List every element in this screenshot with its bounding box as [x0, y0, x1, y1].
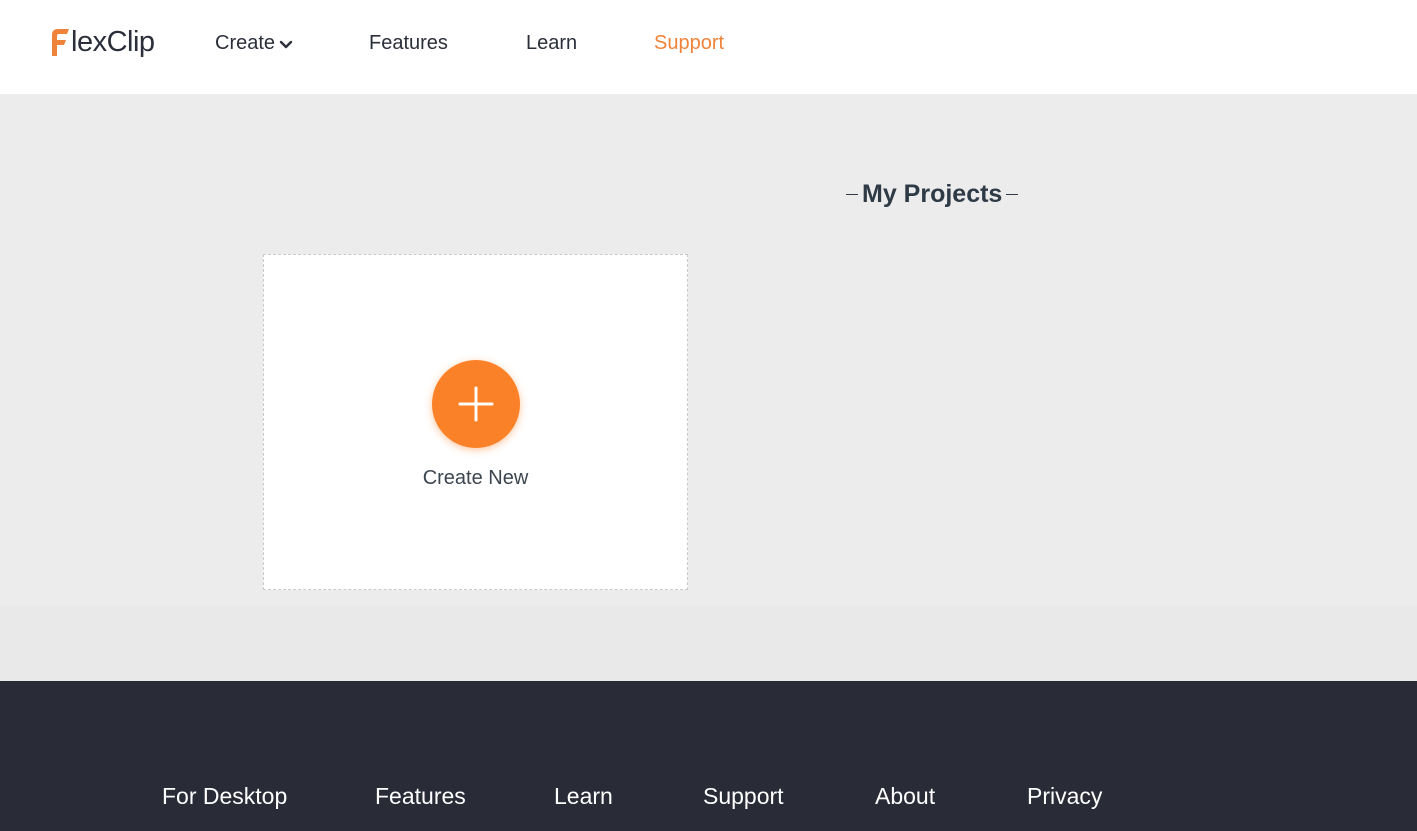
footer-link-support[interactable]: Support [703, 783, 784, 810]
footer-link-about[interactable]: About [875, 783, 935, 810]
nav-support[interactable]: Support [654, 30, 724, 56]
flexclip-logo[interactable]: lexClip [50, 22, 155, 62]
projects-section-bottom [0, 606, 1417, 681]
flexclip-logo-mark-icon [50, 27, 70, 57]
plus-icon [458, 386, 494, 422]
top-navigation-bar: lexClip Create Features Learn Support [0, 0, 1417, 94]
create-new-label: Create New [422, 467, 529, 489]
logo-wordmark: lexClip [71, 25, 155, 58]
footer-link-learn[interactable]: Learn [554, 783, 613, 810]
footer-link-features[interactable]: Features [375, 783, 466, 810]
footer: For Desktop Features Learn Support About… [0, 681, 1417, 831]
nav-create-label: Create [215, 32, 276, 54]
create-new-card[interactable]: Create New [263, 254, 688, 590]
create-new-button[interactable] [432, 360, 520, 448]
my-projects-heading: My Projects [842, 180, 1022, 209]
nav-features[interactable]: Features [369, 30, 448, 56]
nav-create[interactable]: Create [215, 30, 293, 56]
heading-dash-left [846, 193, 858, 196]
footer-link-privacy[interactable]: Privacy [1027, 783, 1102, 810]
nav-learn[interactable]: Learn [526, 30, 577, 56]
footer-link-for-desktop[interactable]: For Desktop [162, 783, 287, 810]
heading-dash-right [1006, 193, 1019, 196]
chevron-down-icon [279, 40, 293, 49]
projects-section [0, 94, 1417, 606]
my-projects-title: My Projects [862, 180, 1003, 208]
